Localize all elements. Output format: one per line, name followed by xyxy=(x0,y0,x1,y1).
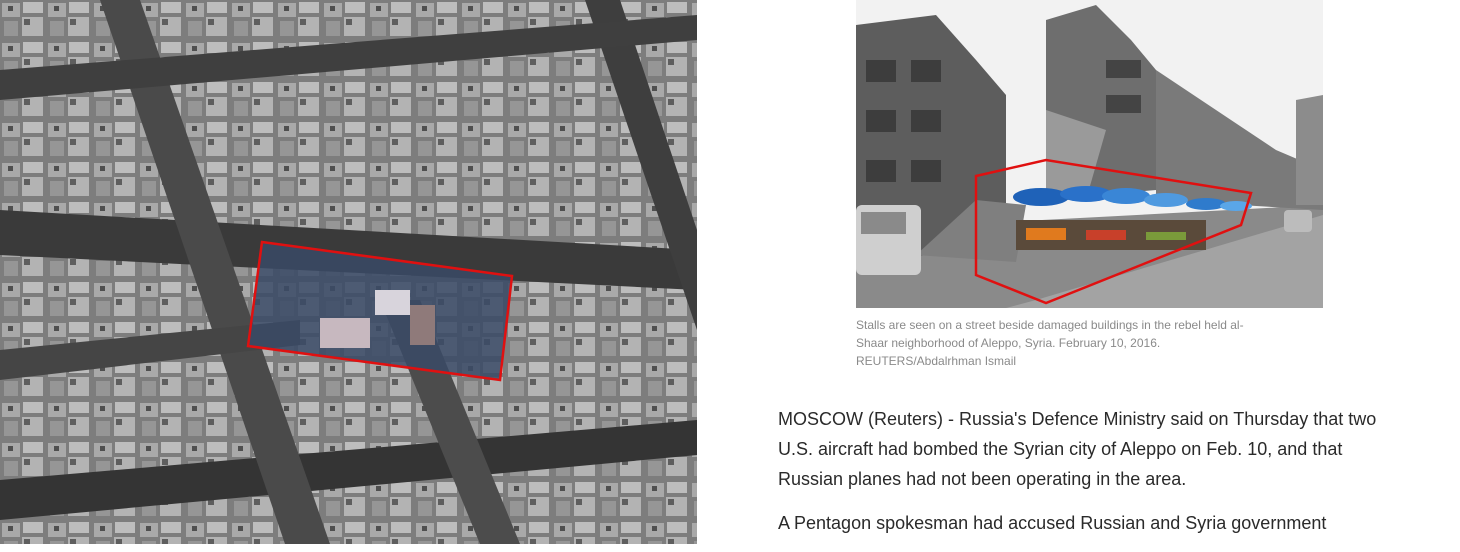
photo-caption: Stalls are seen on a street beside damag… xyxy=(856,316,1306,370)
satellite-image xyxy=(0,0,697,544)
photo-credit: REUTERS/Abdalrhman Ismail xyxy=(856,354,1017,368)
street-photo xyxy=(856,0,1323,308)
article-paragraph-1: MOSCOW (Reuters) - Russia's Defence Mini… xyxy=(778,409,1377,489)
street-photo-icon xyxy=(856,0,1323,308)
caption-line-1: Stalls are seen on a street beside damag… xyxy=(856,318,1244,332)
satellite-image-icon xyxy=(0,0,697,544)
article-paragraph-2: A Pentagon spokesman had accused Russian… xyxy=(778,513,1327,533)
article-body: MOSCOW (Reuters) - Russia's Defence Mini… xyxy=(778,404,1398,552)
caption-line-2: Shaar neighborhood of Aleppo, Syria. Feb… xyxy=(856,336,1161,350)
